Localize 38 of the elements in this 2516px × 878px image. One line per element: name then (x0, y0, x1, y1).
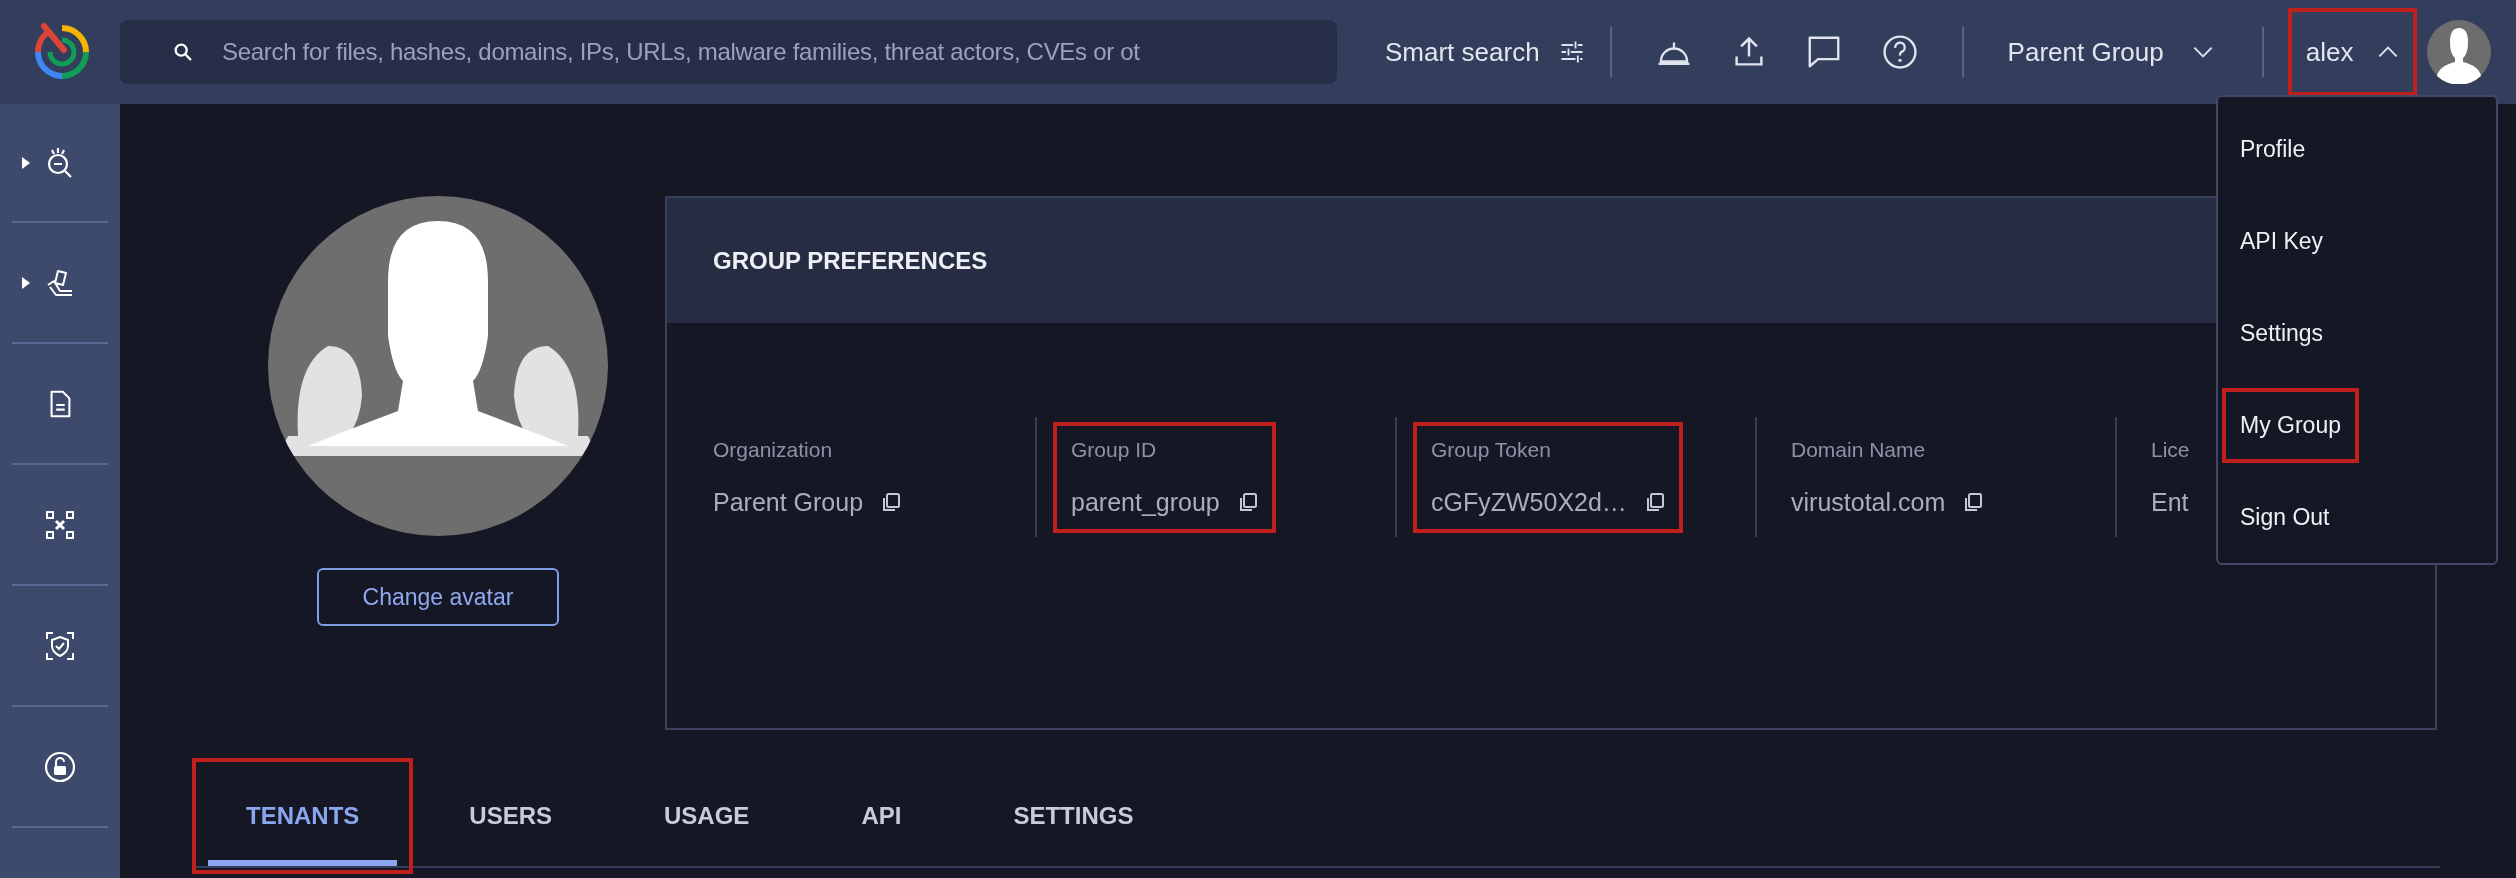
copy-icon[interactable] (1963, 492, 1984, 512)
panel-title: GROUP PREFERENCES (713, 246, 988, 275)
field-value: parent_group (1071, 487, 1220, 517)
padlock-icon (44, 750, 76, 783)
menu-item[interactable]: API Key (2240, 227, 2324, 254)
copy-icon[interactable] (1644, 492, 1665, 512)
field-value: Parent Group (713, 487, 864, 517)
field-label: Group Token (1431, 437, 1552, 462)
search-field[interactable]: Search for files, hashes, domains, IPs, URLs, malware families, threat actors, CVEs or ot (120, 20, 1337, 84)
nodes-icon (44, 508, 76, 541)
menu-item[interactable]: Sign Out (2240, 503, 2330, 530)
group-selector[interactable]: Parent Group (2007, 36, 2216, 68)
menu-item[interactable]: Profile (2240, 135, 2306, 162)
caret-icon (22, 276, 30, 289)
field-value: cGFyZW50X2d… (1431, 487, 1627, 517)
copy-icon[interactable] (1237, 492, 1258, 512)
smart-search-button[interactable]: Smart search (1385, 36, 1586, 68)
search-icon (172, 41, 194, 63)
tab[interactable]: USAGE (626, 772, 788, 866)
copy-icon[interactable] (881, 492, 902, 512)
caret-icon (22, 156, 30, 169)
user-menu-button[interactable]: alex (2305, 36, 2402, 68)
change-avatar-button[interactable]: Change avatar (317, 568, 559, 626)
field-label: Lice (2151, 437, 2190, 462)
field-value: virustotal.com (1791, 487, 1946, 517)
field-label: Group ID (1071, 437, 1158, 462)
shield-check-icon (44, 629, 76, 662)
field-value: Ent (2151, 487, 2189, 517)
tab[interactable]: USERS (431, 772, 591, 866)
help-icon[interactable] (1880, 33, 1919, 71)
field-label: Organization (713, 437, 834, 462)
menu-item[interactable]: My Group (2240, 411, 2341, 438)
tab[interactable]: TENANTS (208, 772, 398, 866)
user-avatar[interactable] (2427, 20, 2492, 84)
field-label: Domain Name (1791, 437, 1927, 462)
menu-item[interactable]: Settings (2240, 319, 2324, 346)
tab[interactable]: SETTINGS (975, 772, 1172, 866)
tab[interactable]: API (823, 772, 940, 866)
